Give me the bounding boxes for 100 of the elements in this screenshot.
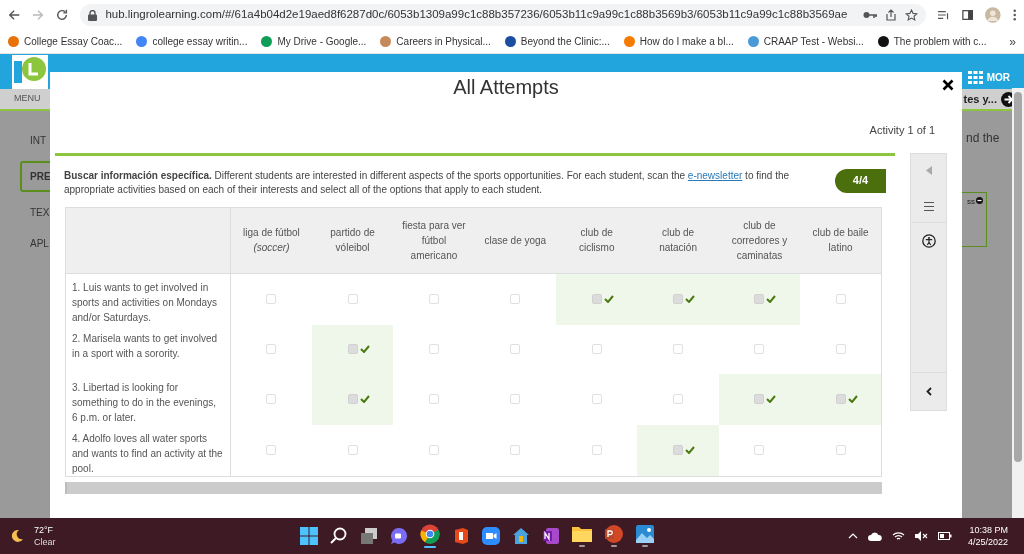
bookmark[interactable]: college essay writin... (136, 34, 248, 49)
checkbox[interactable] (347, 294, 358, 304)
checkbox[interactable] (754, 344, 765, 354)
checkbox[interactable] (266, 394, 277, 404)
logo-icon[interactable] (12, 54, 48, 89)
instruction-text: Buscar información específica. Different students are interested in different aspects of the sports opportunities. For each student, scan the e-newsletter to find the appropriate activities based on each of their interests and select all of the options that apply to each student. (64, 168, 791, 197)
bookmark[interactable]: Beyond the Clinic:... (504, 34, 610, 49)
score-badge: 4/4 (835, 168, 886, 193)
key-icon[interactable] (863, 10, 878, 20)
newsletter-link[interactable]: e-newsletter (687, 169, 743, 181)
temperature-text[interactable]: 72°F (34, 524, 56, 536)
start-icon[interactable] (299, 527, 318, 545)
grid-icon[interactable] (967, 71, 983, 84)
checkbox[interactable] (835, 445, 846, 455)
more-icon[interactable] (1012, 8, 1016, 22)
checkbox[interactable] (266, 344, 277, 354)
check-icon (685, 295, 696, 303)
weather-text[interactable]: Clear (34, 536, 56, 548)
accessibility-icon[interactable] (921, 233, 936, 248)
bookmarks-overflow[interactable]: » (1009, 32, 1016, 51)
checkbox[interactable] (591, 445, 602, 455)
checkbox[interactable] (754, 394, 765, 404)
bookmark[interactable]: CRAAP Test - Websi... (747, 34, 864, 49)
column-header: fiesta para ver fútbol americano (401, 218, 467, 263)
content-text: nd the (966, 130, 1000, 147)
star-icon[interactable] (905, 8, 919, 22)
checkbox[interactable] (754, 445, 765, 455)
share-icon[interactable] (885, 9, 898, 21)
video-icon[interactable] (481, 527, 500, 545)
checkbox[interactable] (591, 294, 602, 304)
media-icon[interactable] (938, 9, 950, 21)
column-header: club de natación (658, 226, 698, 255)
back-icon[interactable] (8, 8, 21, 22)
column-header: liga de fútbol (soccer) (242, 226, 301, 255)
bookmark-favicon-icon (747, 36, 759, 47)
checkbox[interactable] (266, 294, 277, 304)
lock-icon (88, 9, 98, 21)
sidepanel-icon[interactable] (961, 9, 973, 21)
checkbox[interactable] (591, 344, 602, 354)
url-text: hub.lingrolearning.com/#/61a4b04d2e19aed8f6287d0c/6053b1309a99c1c88b357236/6053b11c9a99c1c88b3569b3/6053b11c9a99c1c88b3569ae (105, 7, 848, 23)
column-header: club de corredores y caminatas (730, 218, 789, 263)
panel-text: ss (967, 196, 975, 208)
page-scrollbar[interactable] (1012, 88, 1024, 518)
activity-counter: Activity 1 of 1 (869, 123, 935, 138)
checkbox[interactable] (428, 294, 439, 304)
checkbox[interactable] (510, 445, 521, 455)
back-chevron-icon[interactable] (925, 386, 932, 396)
clock-date[interactable]: 4/25/2022 (967, 536, 1008, 548)
checkbox[interactable] (835, 394, 846, 404)
battery-icon[interactable] (937, 532, 952, 540)
checkbox[interactable] (510, 394, 521, 404)
house-icon[interactable] (511, 527, 530, 545)
checkbox[interactable] (673, 445, 684, 455)
breadcrumb-text[interactable]: tes y... (963, 90, 997, 108)
checkbox[interactable] (510, 344, 521, 354)
task-view-icon[interactable] (359, 527, 378, 545)
checkbox[interactable] (347, 445, 358, 455)
checkbox[interactable] (510, 294, 521, 304)
checkbox[interactable] (591, 394, 602, 404)
bookmark[interactable]: How do I make a bl... (623, 34, 734, 49)
checkbox[interactable] (266, 445, 277, 455)
checkbox[interactable] (673, 294, 684, 304)
wifi-icon[interactable] (891, 531, 905, 541)
menu-icon[interactable] (923, 201, 934, 211)
clock-time[interactable]: 10:38 PM (969, 524, 1008, 536)
muted-speaker-icon[interactable] (914, 531, 928, 541)
checkbox[interactable] (428, 344, 439, 354)
close-icon[interactable] (942, 79, 954, 91)
bookmark[interactable]: College Essay Coac... (8, 34, 123, 49)
checkbox[interactable] (754, 294, 765, 304)
checkbox[interactable] (347, 344, 358, 354)
checkbox[interactable] (835, 294, 846, 304)
reload-icon[interactable] (56, 8, 69, 22)
checkbox[interactable] (347, 394, 358, 404)
folder-icon[interactable] (571, 525, 592, 543)
bookmark-favicon-icon (136, 36, 148, 47)
collapse-icon[interactable] (925, 165, 932, 175)
chevron-up-icon[interactable] (847, 533, 858, 539)
bookmark[interactable]: The problem with c... (877, 34, 987, 49)
notebook-icon[interactable] (541, 527, 560, 545)
remove-icon[interactable] (976, 197, 983, 204)
avatar-icon[interactable] (984, 6, 1001, 24)
checkbox[interactable] (428, 445, 439, 455)
checkbox[interactable] (835, 344, 846, 354)
address-bar[interactable]: hub.lingrolearning.com/#/61a4b04d2e19aed8f6287d0c/6053b1309a99c1c88b357236/6053b11c9a99c1c88b3569b3/6053b11c9a99c1c88b3569ae (80, 4, 927, 26)
chat-icon[interactable] (389, 527, 408, 545)
cloud-icon[interactable] (867, 531, 882, 541)
browser-icon[interactable] (419, 524, 440, 544)
menu-label[interactable]: MENU (14, 92, 41, 106)
table-scrollbar[interactable] (65, 481, 882, 494)
checkbox[interactable] (428, 394, 439, 404)
search-icon[interactable] (329, 527, 348, 545)
slides-app-icon[interactable] (603, 525, 624, 543)
bookmark-favicon-icon (623, 36, 635, 47)
checkbox[interactable] (673, 344, 684, 354)
checkbox[interactable] (673, 394, 684, 404)
forward-icon[interactable] (32, 8, 45, 22)
bookmark[interactable]: My Drive - Google... (261, 34, 367, 49)
bookmark[interactable]: Careers in Physical... (380, 34, 491, 49)
photos-icon[interactable] (635, 525, 654, 543)
